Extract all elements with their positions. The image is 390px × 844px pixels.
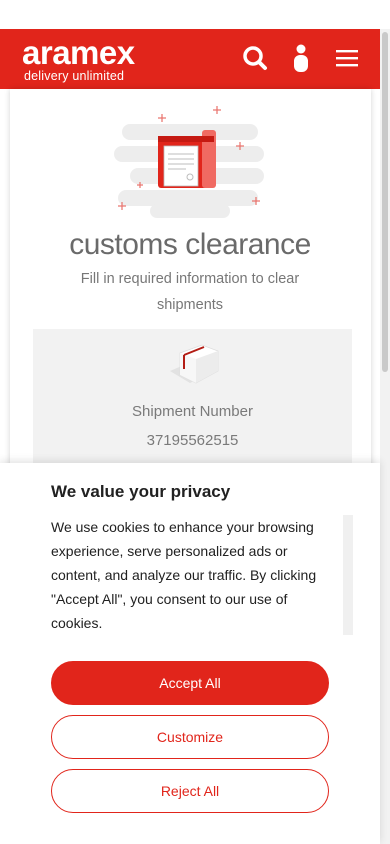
scrollbar-thumb[interactable]: [382, 32, 388, 372]
page-subtitle: Fill in required information to clear sh…: [80, 271, 300, 313]
customs-illustration-icon: [110, 104, 270, 224]
search-icon[interactable]: [238, 41, 272, 75]
cookie-title: We value your privacy: [51, 482, 231, 501]
cookie-text-scrollbar[interactable]: [343, 515, 353, 635]
logo-tagline: delivery unlimited: [24, 69, 125, 83]
reject-all-button[interactable]: Reject All: [51, 769, 329, 813]
aramex-logo[interactable]: aramex delivery unlimited: [22, 34, 135, 83]
shipment-number-label: Shipment Number: [132, 403, 253, 420]
cookie-consent-banner: We value your privacy We use cookies to …: [0, 463, 380, 844]
site-header: aramex delivery unlimited: [0, 29, 380, 89]
customize-button[interactable]: Customize: [51, 715, 329, 759]
user-icon[interactable]: [284, 41, 318, 75]
menu-icon[interactable]: [330, 41, 364, 75]
accept-all-button[interactable]: Accept All: [51, 661, 329, 705]
page-scrollbar[interactable]: [380, 29, 390, 844]
shipment-number-value: 37195562515: [146, 432, 239, 449]
cookie-description: We use cookies to enhance your browsing …: [51, 519, 317, 631]
shipment-panel: Shipment Number 37195562515: [33, 329, 352, 465]
page-title: customs clearance: [69, 228, 311, 261]
top-strip: [0, 0, 390, 29]
package-icon: [166, 341, 222, 387]
logo-wordmark: aramex: [22, 34, 135, 71]
